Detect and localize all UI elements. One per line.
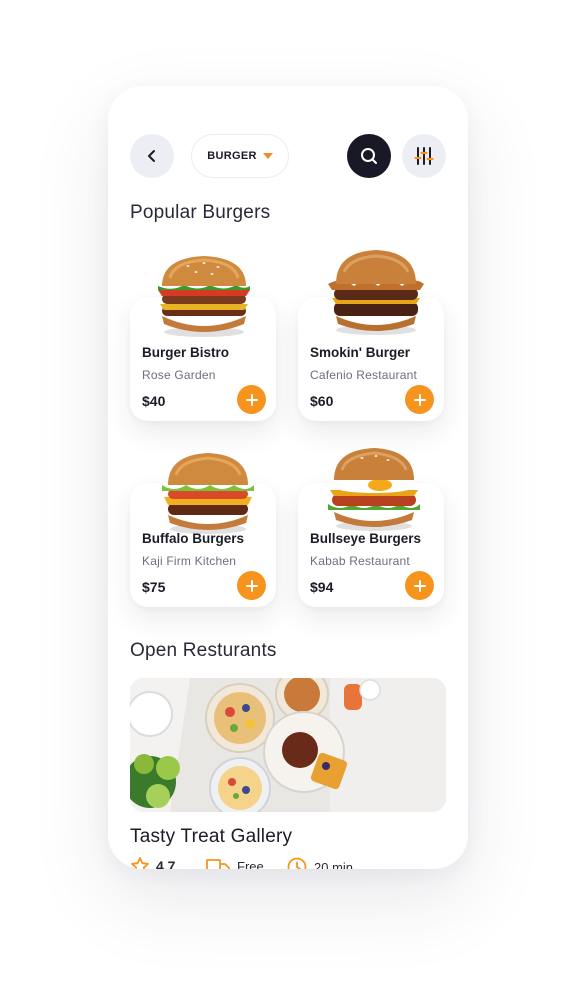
filter-sliders-icon <box>414 147 434 165</box>
add-to-cart-button[interactable] <box>405 385 434 414</box>
product-price: $75 <box>142 579 166 595</box>
back-button[interactable] <box>130 134 174 178</box>
restaurant-name: Tasty Treat Gallery <box>130 826 293 847</box>
restaurant-image[interactable] <box>130 678 446 812</box>
delivery-truck-icon <box>206 859 230 869</box>
back-arrow-icon <box>148 150 155 162</box>
food-photo <box>130 678 446 812</box>
product-name: Smokin' Burger <box>310 345 410 360</box>
delivery-fee-value: Free <box>237 858 264 870</box>
plus-icon <box>245 579 258 592</box>
search-icon <box>361 148 377 164</box>
delivery-time-value: 20 min <box>314 859 354 870</box>
caret-down-icon <box>262 153 273 159</box>
product-name: Bullseye Burgers <box>310 531 422 546</box>
burger-image <box>328 448 420 531</box>
popular-burgers-title: Popular Burgers <box>130 202 271 223</box>
plus-icon <box>413 393 426 406</box>
open-restaurants-title: Open Resturants <box>130 640 277 661</box>
add-to-cart-button[interactable] <box>405 571 434 600</box>
product-restaurant: Cafenio Restaurant <box>310 368 417 382</box>
clock-icon <box>287 857 307 869</box>
delivery-fee: Free <box>205 856 264 869</box>
plus-icon <box>413 579 426 592</box>
burger-image <box>162 453 254 534</box>
search-button[interactable] <box>347 134 391 178</box>
product-price: $94 <box>310 579 334 595</box>
category-label: BURGER <box>207 150 257 162</box>
product-restaurant: Kabab Restaurant <box>310 554 410 568</box>
rating-value: 4.7 <box>156 858 176 869</box>
product-price: $60 <box>310 393 334 409</box>
filter-button[interactable] <box>402 134 446 178</box>
delivery-time: 20 min <box>286 856 353 869</box>
phone-screen: BURGER Popular Burgers Burger Bistro Ros… <box>108 86 468 869</box>
burger-image <box>328 250 424 335</box>
product-price: $40 <box>142 393 166 409</box>
add-to-cart-button[interactable] <box>237 571 266 600</box>
burger-image <box>158 256 250 337</box>
star-icon <box>131 857 149 869</box>
product-restaurant: Kaji Firm Kitchen <box>142 554 237 568</box>
product-restaurant: Rose Garden <box>142 368 216 382</box>
add-to-cart-button[interactable] <box>237 385 266 414</box>
category-dropdown[interactable]: BURGER <box>191 134 289 178</box>
product-name: Burger Bistro <box>142 345 230 360</box>
plus-icon <box>245 393 258 406</box>
rating: 4.7 <box>130 856 175 869</box>
